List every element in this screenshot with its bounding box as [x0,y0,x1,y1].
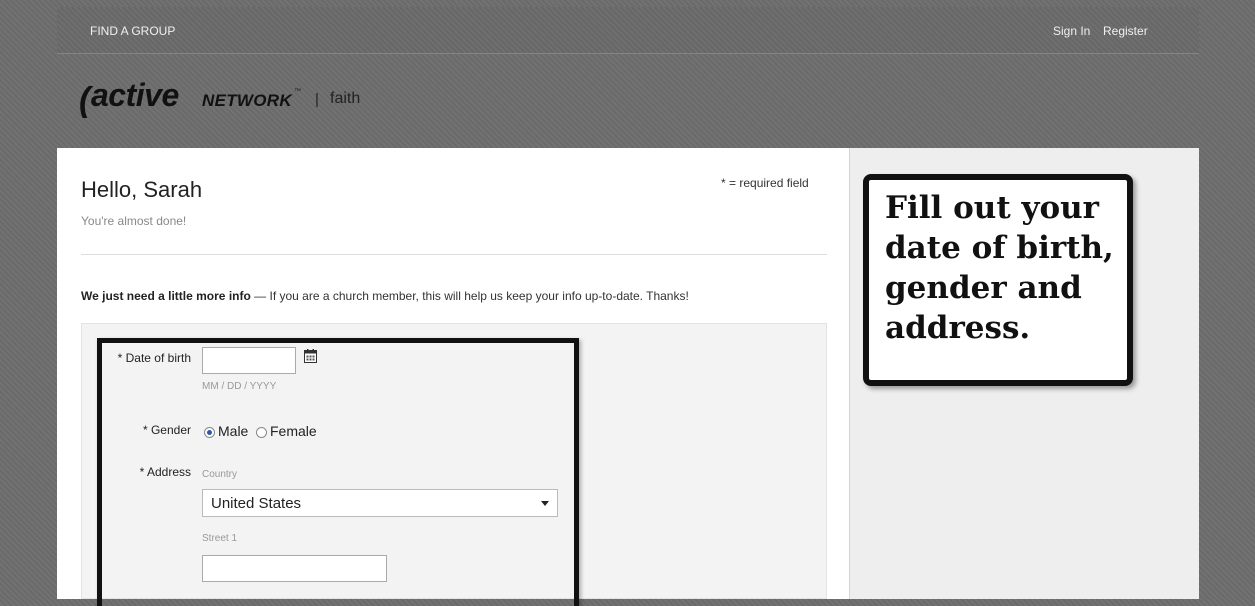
logo-active-text: active [91,77,179,113]
logo-faith-text: faith [330,90,361,107]
annotation-highlight-box [97,338,579,606]
sign-in-link[interactable]: Sign In [1053,24,1090,38]
info-message-bold: We just need a little more info [81,289,251,303]
divider [81,254,827,255]
instruction-callout: Fill out your date of birth, gender and … [863,174,1133,386]
find-a-group-link[interactable]: FIND A GROUP [90,24,175,38]
instruction-callout-text: Fill out your date of birth, gender and … [885,190,1114,346]
top-nav-bar: FIND A GROUP Sign In Register [57,7,1199,54]
page-container: FIND A GROUP Sign In Register ( active N… [57,7,1199,606]
register-link[interactable]: Register [1103,24,1148,38]
info-message-text: — If you are a church member, this will … [250,289,689,303]
required-field-note: * = required field [721,176,809,190]
logo-paren: ( [79,81,91,119]
page-title: Hello, Sarah [81,177,203,202]
page-subtitle: You're almost done! [81,214,187,228]
logo-separator: | [315,91,319,108]
logo-network-text: NETWORK [202,91,292,110]
logo-trademark: ™ [294,88,301,95]
info-message: We just need a little more info — If you… [81,289,689,303]
